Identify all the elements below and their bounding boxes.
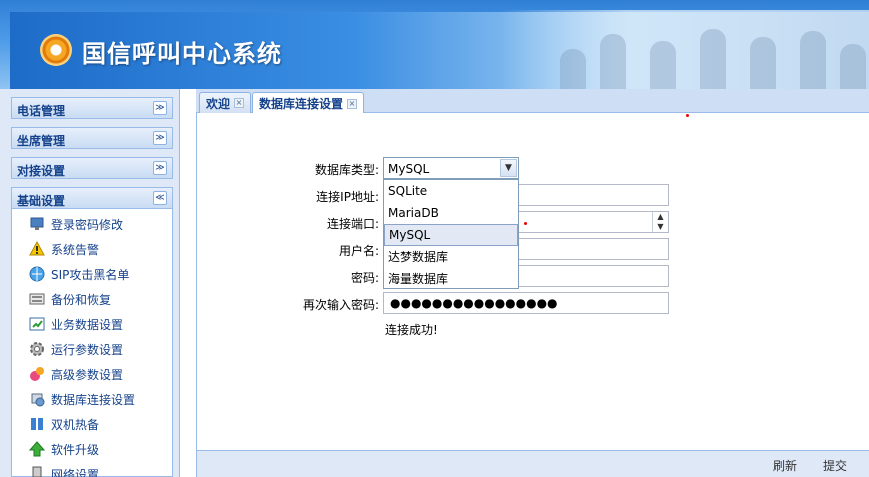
port-label: 连接端口: [326,217,379,231]
app-title: 国信呼叫中心系统 [82,40,282,68]
db-connection-panel: 数据库类型: 连接IP地址: 连接端口: 用户名: 密码: 再次输入密码: ▲ … [196,113,869,477]
password-repeat-row: 再次输入密码: [197,292,379,314]
tab-db-connection[interactable]: 数据库连接设置 × [252,92,365,114]
sidebar-item-label: SIP攻击黑名单 [51,267,130,282]
sidebar-item-run-params[interactable]: 运行参数设置 [29,340,123,358]
sidebar-item-label: 系统告警 [51,242,100,257]
db-type-value: MySQL [388,162,430,176]
panel-footer: 刷新 提交 [197,450,869,477]
sidebar-item-label: 软件升级 [51,442,100,457]
backup-icon [29,291,45,307]
sidebar-item-label: 运行参数设置 [51,342,124,357]
sidebar-section-agents[interactable]: 坐席管理 ≫ [11,127,173,149]
close-icon[interactable]: × [347,98,358,109]
monitor-icon [29,216,45,232]
ip-label: 连接IP地址: [316,190,379,204]
sidebar-item-label: 业务数据设置 [51,317,124,332]
port-row: 连接端口: [197,211,379,233]
sidebar-item-network[interactable]: 网络设置 [29,465,99,477]
dropdown-option-selected[interactable]: MySQL [384,224,518,246]
tab-label: 欢迎 [206,96,231,111]
section-label: 基础设置 [17,194,66,208]
submit-button[interactable]: 提交 [823,457,847,474]
sidebar-section-integration[interactable]: 对接设置 ≫ [11,157,173,179]
server-icon [29,416,45,432]
spin-up-icon[interactable]: ▲ [653,212,668,222]
sidebar-item-hot-standby[interactable]: 双机热备 [29,415,99,433]
data-icon [29,316,45,332]
upgrade-icon [28,441,46,457]
sidebar-item-software-upgrade[interactable]: 软件升级 [28,440,100,458]
sidebar-item-login-password[interactable]: 登录密码修改 [29,215,123,233]
globe-icon [29,266,45,282]
ip-row: 连接IP地址: [197,184,379,206]
advanced-icon [29,366,45,382]
network-icon [29,466,45,477]
database-icon [29,391,45,407]
db-type-select[interactable]: MySQL ▼ [383,157,519,179]
sidebar-item-advanced-params[interactable]: 高级参数设置 [29,365,123,383]
app-header: 国信呼叫中心系统 [0,0,869,89]
section-label: 坐席管理 [17,134,66,148]
db-type-row: 数据库类型: [197,157,379,179]
expand-icon[interactable]: ≫ [153,131,167,145]
status-message: 连接成功! [385,323,438,337]
sidebar-section-basic-settings[interactable]: 基础设置 ≪ [11,187,173,209]
dropdown-option[interactable]: MariaDB [384,202,518,224]
red-dot-marker [524,222,527,225]
sidebar-item-sip-blacklist[interactable]: SIP攻击黑名单 [29,265,129,283]
sidebar-item-label: 网络设置 [51,467,100,477]
db-type-dropdown: SQLite MariaDB MySQL 达梦数据库 海量数据库 [383,179,519,289]
expand-icon[interactable]: ≫ [153,101,167,115]
dropdown-option[interactable]: 海量数据库 [384,268,518,290]
sidebar-item-label: 备份和恢复 [51,292,112,307]
sidebar-item-label: 数据库连接设置 [51,392,136,407]
tab-strip: 欢迎 × 数据库连接设置 × [196,89,869,114]
tab-label: 数据库连接设置 [259,97,344,111]
dropdown-option[interactable]: SQLite [384,180,518,202]
password-label: 密码: [350,271,379,285]
password-repeat-input[interactable]: ●●●●●●●●●●●●●●●● [383,292,669,314]
sidebar-item-label: 登录密码修改 [51,217,124,232]
warning-icon [29,240,45,257]
db-type-label: 数据库类型: [314,163,379,177]
sidebar-item-backup-restore[interactable]: 备份和恢复 [29,290,111,308]
red-dot-marker [686,114,689,117]
basic-settings-menu: 登录密码修改 系统告警 SIP攻击黑名单 备份和恢复 业务数据设置 运行参数设置… [11,209,173,477]
user-label: 用户名: [338,244,379,258]
sidebar-item-business-data[interactable]: 业务数据设置 [29,315,123,333]
password-row: 密码: [197,265,379,287]
user-row: 用户名: [197,238,379,260]
port-spinner[interactable]: ▲ ▼ [652,212,668,232]
sidebar: 电话管理 ≫ 坐席管理 ≫ 对接设置 ≫ 基础设置 ≪ 登录密码修改 系统告警 … [0,89,180,477]
password-mask: ●●●●●●●●●●●●●●●● [390,296,558,310]
sidebar-section-phone[interactable]: 电话管理 ≫ [11,97,173,119]
chevron-down-icon[interactable]: ▼ [500,159,517,177]
app-logo-icon [40,34,72,66]
spin-down-icon[interactable]: ▼ [653,222,668,232]
section-label: 电话管理 [17,104,66,118]
gear-icon [29,341,45,357]
section-label: 对接设置 [17,164,66,178]
tab-welcome[interactable]: 欢迎 × [199,92,252,113]
collapse-icon[interactable]: ≪ [153,191,167,205]
header-photo [500,10,869,89]
expand-icon[interactable]: ≫ [153,161,167,175]
dropdown-option[interactable]: 达梦数据库 [384,246,518,268]
sidebar-item-label: 双机热备 [51,417,100,432]
password-repeat-label: 再次输入密码: [302,298,379,312]
sidebar-item-label: 高级参数设置 [51,367,124,382]
sidebar-item-system-alarm[interactable]: 系统告警 [29,240,99,258]
close-icon[interactable]: × [234,98,245,108]
sidebar-item-db-connection[interactable]: 数据库连接设置 [29,390,135,408]
refresh-button[interactable]: 刷新 [773,457,797,474]
